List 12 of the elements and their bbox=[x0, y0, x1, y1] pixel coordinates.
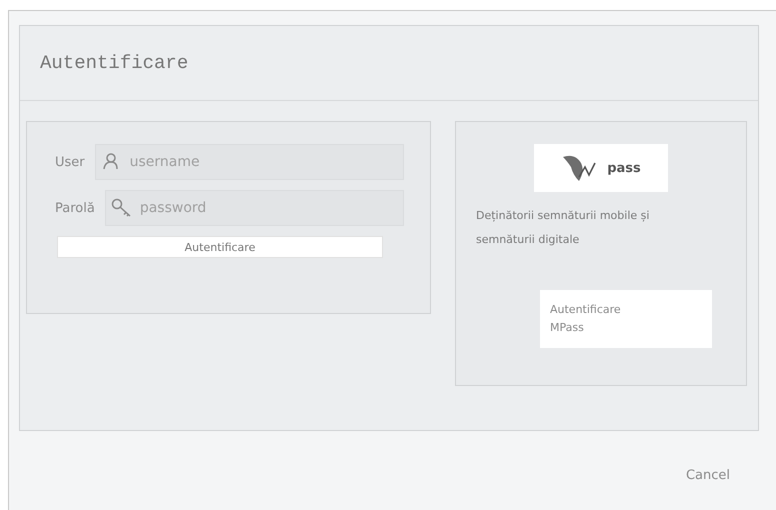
password-label: Parolă bbox=[55, 200, 95, 216]
user-icon bbox=[100, 152, 119, 170]
mpass-login-button[interactable]: Autentificare MPass bbox=[540, 290, 712, 348]
user-label: User bbox=[55, 154, 85, 170]
username-field[interactable]: username bbox=[94, 144, 404, 180]
cancel-button[interactable]: Cancel bbox=[680, 467, 736, 484]
key-icon bbox=[110, 198, 133, 218]
logo-text: pass bbox=[607, 160, 641, 176]
password-field[interactable]: password bbox=[104, 190, 404, 226]
login-button[interactable]: Autentificare bbox=[57, 236, 383, 258]
dialog-title: Autentificare bbox=[40, 52, 188, 74]
mpass-description: Deținătorii semnăturii mobile și semnăturii digitale bbox=[476, 208, 650, 248]
